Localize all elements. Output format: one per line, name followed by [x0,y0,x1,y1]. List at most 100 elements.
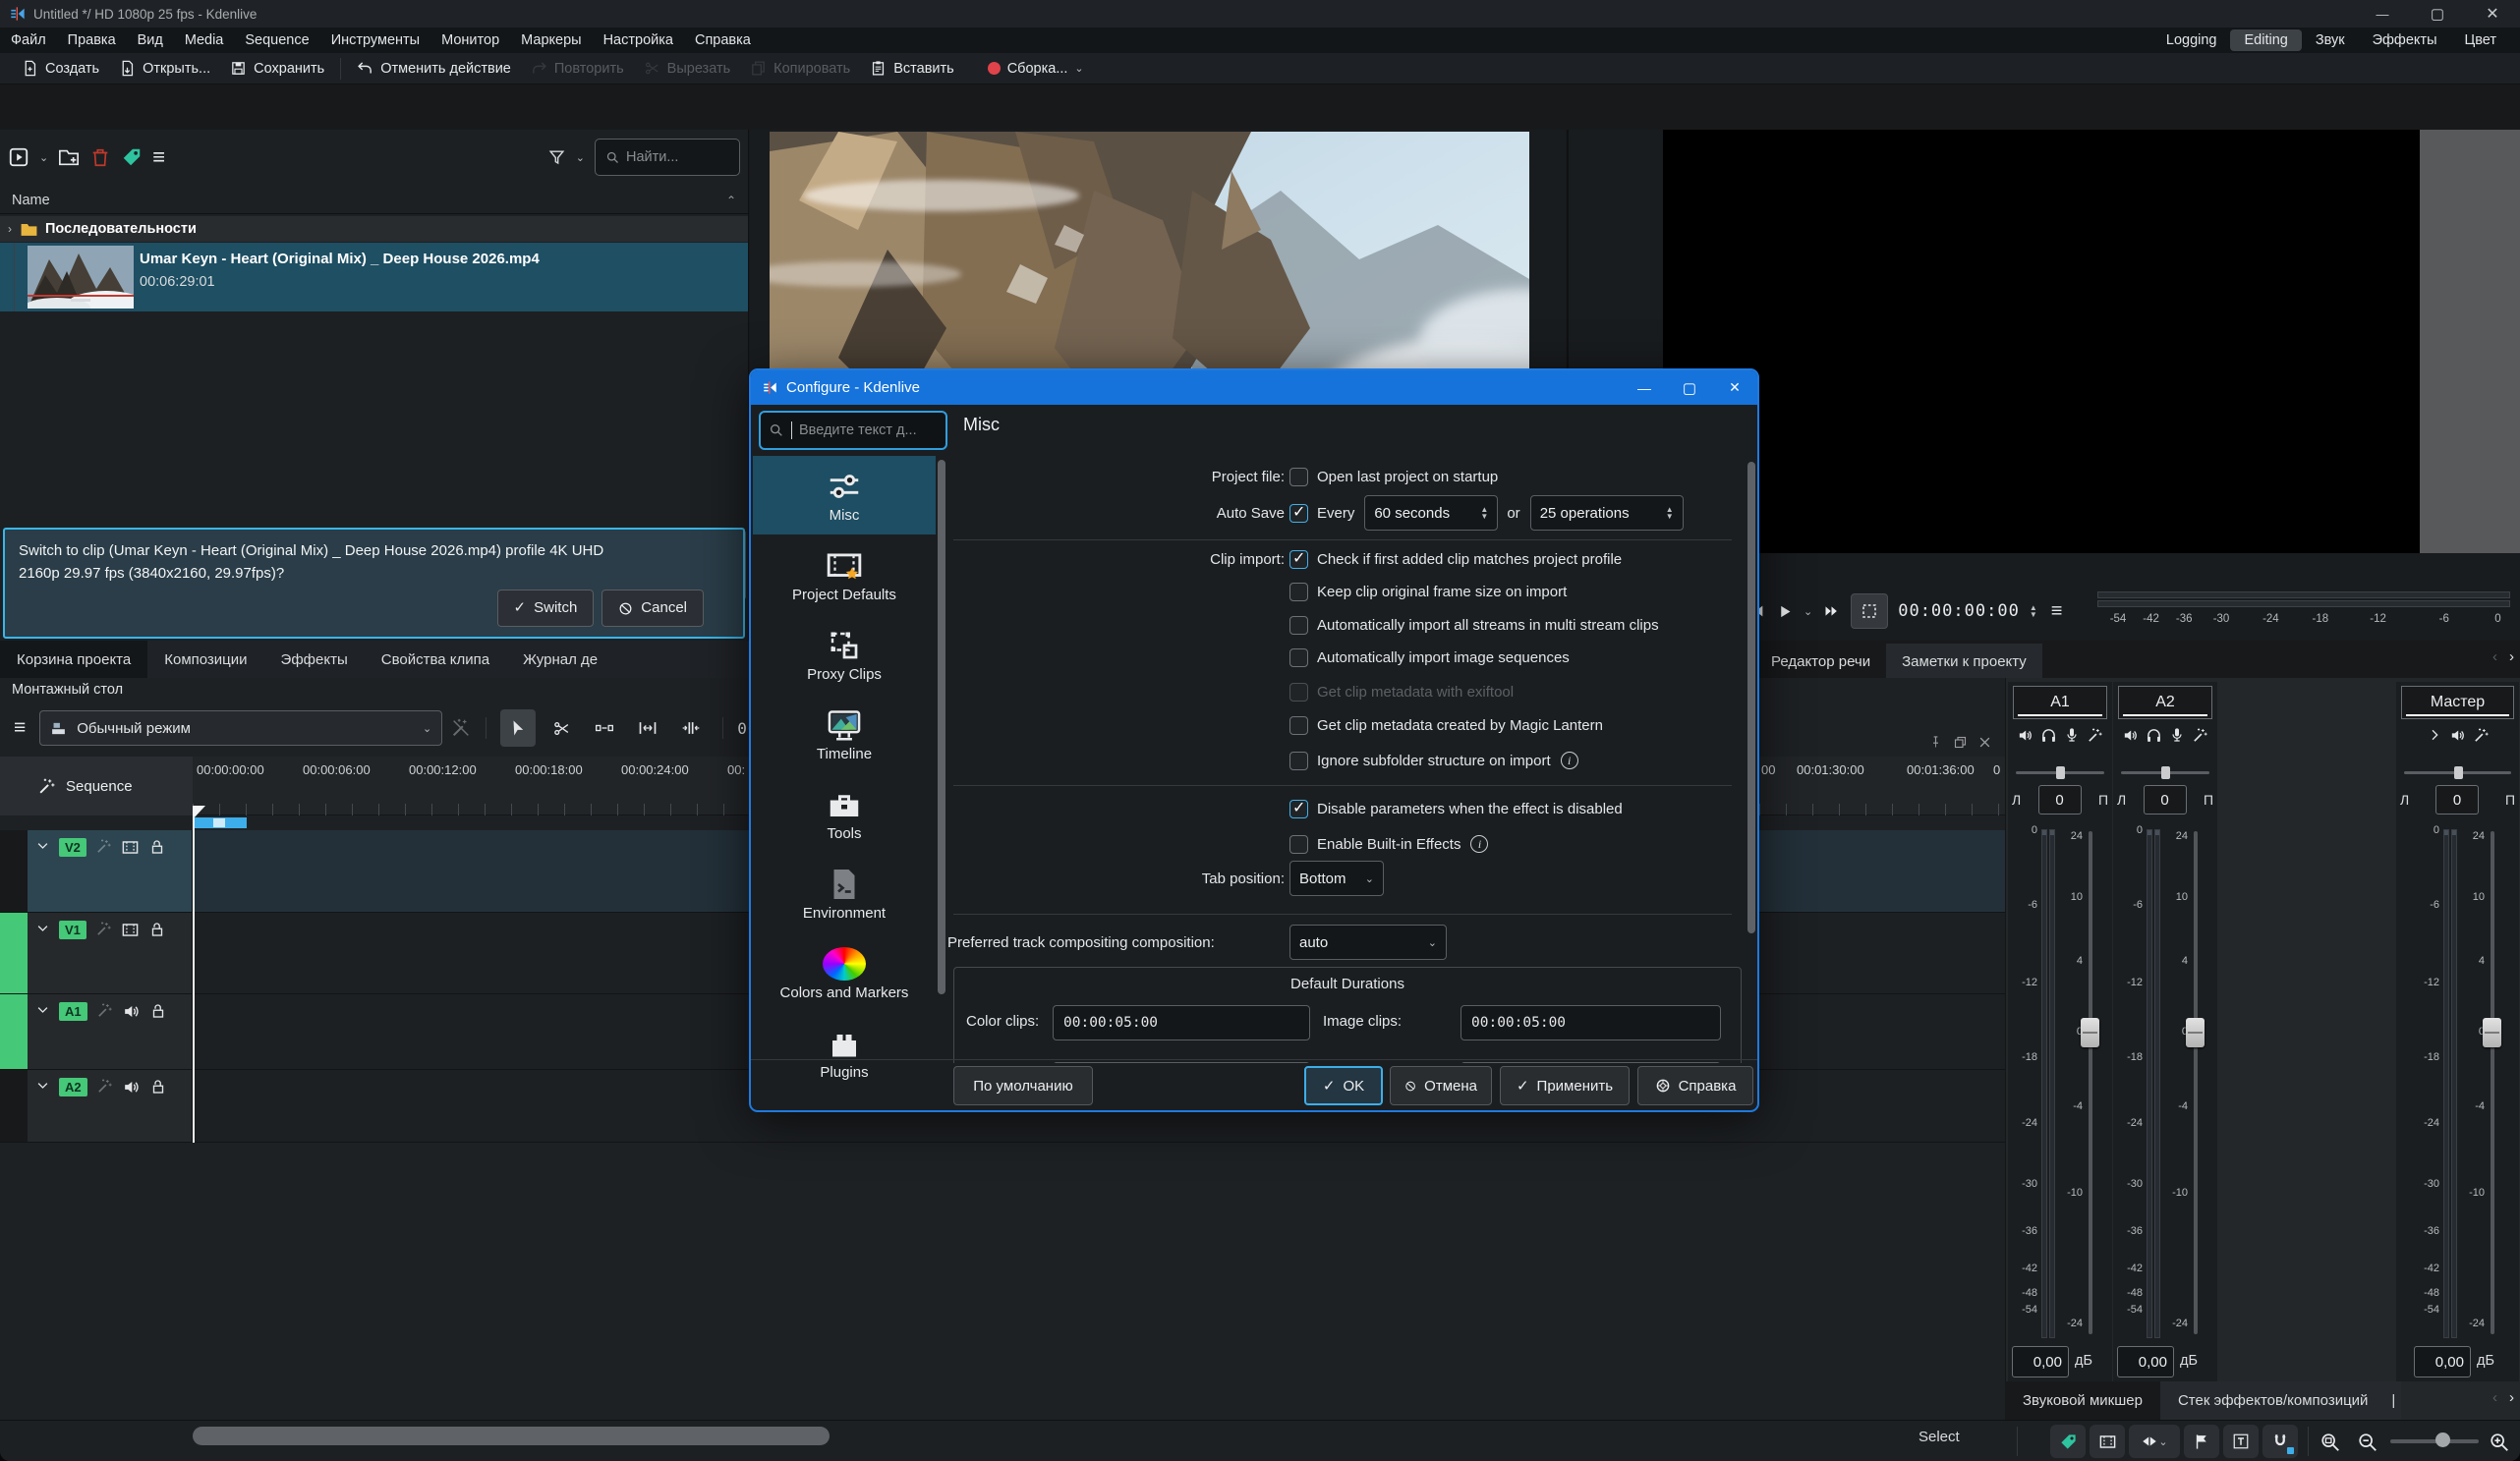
autosave-checkbox[interactable] [1289,504,1308,523]
dialog-cancel-button[interactable]: Отмена [1390,1066,1492,1105]
bin-folder-row[interactable]: › Последовательности [0,216,748,242]
menu-markers[interactable]: Маркеры [510,30,592,50]
tab-effects[interactable]: Эффекты [264,641,365,678]
effects-wand-icon[interactable] [2087,727,2103,744]
cancel-button[interactable]: Cancel [601,590,704,627]
volume-fader-handle[interactable] [2483,1018,2501,1047]
audio-mix-toggle-icon[interactable] [450,717,472,739]
playhead-line[interactable] [193,817,195,1143]
menu-monitor[interactable]: Монитор [430,30,510,50]
video-track-icon[interactable] [121,921,140,939]
save-button[interactable]: Сохранить [220,56,334,81]
mute-icon[interactable] [2017,727,2033,744]
track-v2-header[interactable]: V2 [28,830,193,912]
balance-slider[interactable] [2121,766,2209,778]
nav-proxy-clips[interactable]: Proxy Clips [753,615,936,694]
effects-wand-icon[interactable] [96,1078,113,1095]
window-titlebar[interactable]: Untitled */ HD 1080p 25 fps - Kdenlive —… [0,0,2520,28]
balance-value[interactable]: 0 [2144,785,2187,815]
fast-forward-icon[interactable] [1822,603,1841,619]
tab-speech-editor[interactable]: Редактор речи [1755,644,1886,679]
tab-audio-mixer[interactable]: Звуковой микшер [2005,1381,2160,1420]
volume-fader-handle[interactable] [2186,1018,2205,1047]
builtin-effects-checkbox[interactable] [1289,835,1308,854]
ok-button[interactable]: ✓OK [1304,1066,1383,1105]
disable-params-checkbox[interactable] [1289,800,1308,818]
ignore-subfolder-checkbox[interactable] [1289,752,1308,770]
info-icon[interactable]: i [1561,752,1578,769]
balance-value[interactable]: 0 [2038,785,2082,815]
workspace-audio[interactable]: Звук [2302,29,2359,51]
zoom-out-icon[interactable] [2357,1432,2378,1453]
track-a1-header[interactable]: A1 [28,994,193,1069]
image-seq-checkbox[interactable] [1289,648,1308,667]
balance-slider[interactable] [2016,766,2104,778]
lock-icon[interactable] [149,1078,167,1096]
delete-icon[interactable] [89,146,111,168]
channel-name[interactable]: A2 [2118,686,2212,719]
snap-toggle-button[interactable] [2262,1425,2298,1458]
paste-button[interactable]: Вставить [860,56,963,81]
color-clips-input[interactable]: 00:00:05:00 [1053,1005,1310,1040]
expander-icon[interactable]: › [8,222,12,236]
add-clip-dropdown-icon[interactable]: ⌄ [39,151,48,164]
audio-track-icon[interactable] [122,1078,141,1096]
menu-media[interactable]: Media [174,30,235,50]
magic-lantern-checkbox[interactable] [1289,716,1308,735]
keep-size-checkbox[interactable] [1289,583,1308,601]
compositing-select[interactable]: auto ⌄ [1289,925,1447,960]
titles-button[interactable] [2223,1425,2259,1458]
mute-icon[interactable] [2449,727,2466,744]
redo-button[interactable]: Повторить [521,56,634,81]
menu-help[interactable]: Справка [684,30,762,50]
tab-project-notes[interactable]: Заметки к проекту [1886,644,2042,679]
gain-value-input[interactable]: 0,00 [2414,1346,2471,1377]
menu-settings[interactable]: Настройка [593,30,684,50]
workspace-editing[interactable]: Editing [2230,29,2301,51]
window-minimize-icon[interactable]: — [2355,0,2410,28]
tag-icon[interactable] [121,146,143,168]
monitor-timecode[interactable]: 00:00:00:00 [1898,601,2020,621]
collapse-icon[interactable] [35,1078,50,1093]
ripple-tool-button[interactable] [673,709,709,747]
info-icon[interactable]: i [1470,835,1488,853]
record-mic-icon[interactable] [2064,727,2080,743]
collapse-icon[interactable] [35,921,50,935]
tab-undo-history[interactable]: Журнал де [506,641,614,678]
zoom-slider-handle[interactable] [2435,1433,2450,1447]
tab-project-bin[interactable]: Корзина проекта [0,641,147,678]
nav-colors-markers[interactable]: Colors and Markers [753,933,936,1012]
play-icon[interactable] [1777,603,1794,620]
solo-headphones-icon[interactable] [2040,727,2057,744]
audio-track-icon[interactable] [122,1002,141,1021]
expand-icon[interactable] [2427,727,2442,743]
workspace-color[interactable]: Цвет [2451,29,2511,51]
tab-compositions[interactable]: Композиции [147,641,263,678]
effects-wand-icon[interactable] [95,921,112,937]
nav-environment[interactable]: Environment [753,854,936,932]
channel-name[interactable]: A1 [2013,686,2107,719]
razor-tool-button[interactable] [544,709,579,747]
defaults-button[interactable]: По умолчанию [953,1066,1093,1105]
nav-scrollbar[interactable] [938,460,945,994]
open-last-checkbox[interactable] [1289,468,1308,486]
render-button[interactable]: Сборка...⌄ [978,57,1094,81]
collapse-icon[interactable] [35,838,50,853]
switch-button[interactable]: ✓Switch [497,590,595,627]
window-close-icon[interactable]: ✕ [2465,0,2520,28]
window-maximize-icon[interactable]: ▢ [2410,0,2465,28]
dialog-minimize-icon[interactable]: — [1622,370,1667,405]
mute-icon[interactable] [2122,727,2139,744]
menu-tools[interactable]: Инструменты [320,30,430,50]
bin-menu-icon[interactable]: ≡ [152,144,165,170]
new-button[interactable]: Создать [12,56,109,81]
help-button[interactable]: Справка [1637,1066,1753,1105]
nav-timeline[interactable]: Timeline [753,695,936,773]
bin-clip-row[interactable]: Umar Keyn - Heart (Original Mix) _ Deep … [0,243,748,311]
markers-button[interactable] [2184,1425,2219,1458]
create-folder-icon[interactable] [58,146,80,168]
effects-wand-icon[interactable] [2473,727,2490,744]
zone-handle[interactable] [213,818,225,827]
timeline-menu-icon[interactable]: ≡ [8,716,31,740]
nav-misc[interactable]: Misc [753,456,936,534]
